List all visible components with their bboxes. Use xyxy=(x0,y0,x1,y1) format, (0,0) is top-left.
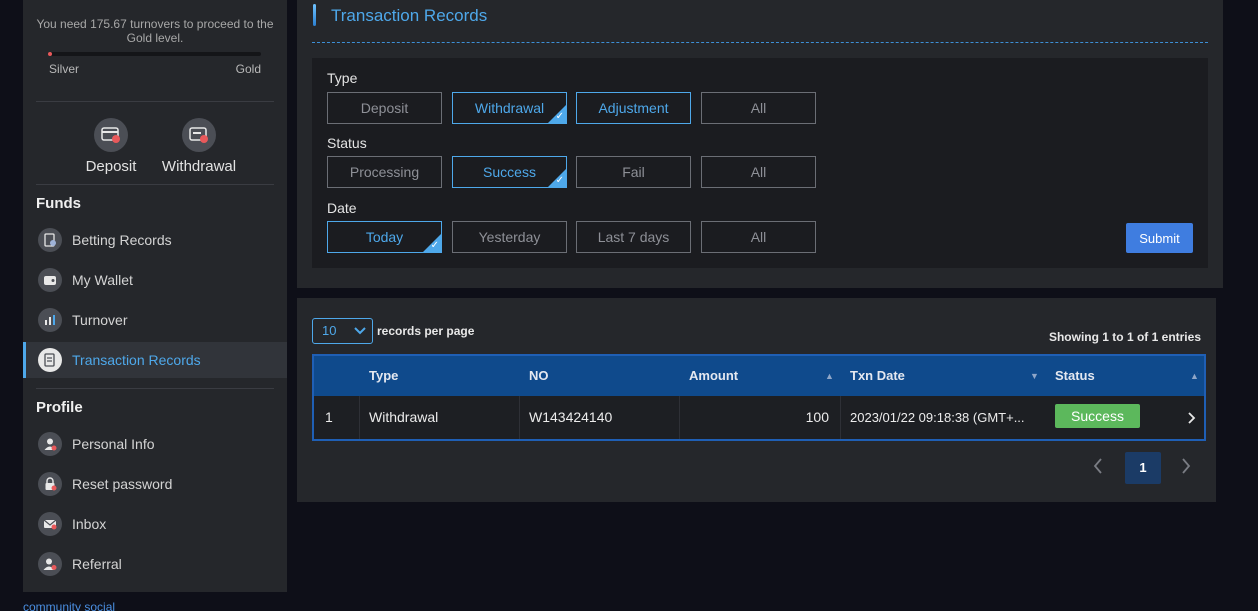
sidebar-item-label: Betting Records xyxy=(72,232,172,248)
turnover-icon xyxy=(38,308,62,332)
submit-button[interactable]: Submit xyxy=(1126,223,1193,253)
pager-prev-button[interactable] xyxy=(1093,458,1103,479)
vip-progress-message: You need 175.67 turnovers to proceed to … xyxy=(36,17,274,45)
page-title: Transaction Records xyxy=(331,6,488,25)
sidebar-item-my-wallet[interactable]: My Wallet xyxy=(23,262,287,298)
row-amount: 100 xyxy=(805,409,829,425)
community-social-link[interactable]: community social xyxy=(23,600,115,611)
vip-level-from: Silver xyxy=(49,62,80,76)
type-deposit-button[interactable]: Deposit xyxy=(327,92,442,124)
chevron-right-icon xyxy=(1181,458,1191,478)
sidebar-item-label: Referral xyxy=(72,556,122,572)
pager-page-button[interactable]: 1 xyxy=(1125,452,1161,484)
referral-icon xyxy=(38,552,62,576)
deposit-button[interactable]: Deposit xyxy=(61,118,161,175)
transaction-table: Type NO Amount ▲ Txn Date ▼ Status ▲ 1 W… xyxy=(312,354,1206,441)
sidebar-item-transaction-records[interactable]: Transaction Records xyxy=(23,342,287,378)
vip-progress-bar xyxy=(48,52,261,56)
sidebar-item-reset-password[interactable]: Reset password xyxy=(23,466,287,502)
date-yesterday-button[interactable]: Yesterday xyxy=(452,221,567,253)
withdrawal-icon xyxy=(182,118,216,152)
profile-section-title: Profile xyxy=(36,399,83,416)
cell-separator xyxy=(679,396,680,439)
pager-next-button[interactable] xyxy=(1181,458,1191,479)
per-page-label: records per page xyxy=(377,324,475,338)
table-row[interactable]: 1 Withdrawal W143424140 100 2023/01/22 0… xyxy=(314,396,1204,439)
row-type: Withdrawal xyxy=(369,409,439,425)
withdrawal-label: Withdrawal xyxy=(161,158,237,175)
sidebar-item-label: Personal Info xyxy=(72,436,155,452)
date-today-button[interactable]: Today ✓ xyxy=(327,221,442,253)
personal-info-icon xyxy=(38,432,62,456)
column-header-status[interactable]: Status ▲ xyxy=(1055,356,1200,396)
cell-separator xyxy=(519,396,520,439)
sidebar-item-referral[interactable]: Referral xyxy=(23,546,287,582)
funds-section-title: Funds xyxy=(36,195,81,212)
divider xyxy=(36,184,274,185)
per-page-select[interactable]: 10 xyxy=(312,318,373,344)
wallet-icon xyxy=(38,268,62,292)
status-badge: Success xyxy=(1055,404,1140,428)
sort-icon: ▼ xyxy=(1030,371,1039,381)
mail-icon xyxy=(38,512,62,536)
chevron-down-icon xyxy=(354,319,366,352)
type-label: Type xyxy=(327,70,358,86)
status-success-button[interactable]: Success ✓ xyxy=(452,156,567,188)
date-label: Date xyxy=(327,200,357,216)
column-header-no[interactable]: NO xyxy=(529,356,549,396)
sidebar-item-label: My Wallet xyxy=(72,272,133,288)
sidebar-item-personal-info[interactable]: Personal Info xyxy=(23,426,287,462)
divider xyxy=(36,101,274,102)
row-no: W143424140 xyxy=(529,409,613,425)
entries-info: Showing 1 to 1 of 1 entries xyxy=(1048,330,1201,344)
type-adjustment-button[interactable]: Adjustment xyxy=(576,92,691,124)
cell-separator xyxy=(359,396,360,439)
column-header-txn-date[interactable]: Txn Date ▼ xyxy=(850,356,1040,396)
sort-icon: ▲ xyxy=(825,371,834,381)
filter-box: Type Deposit Withdrawal ✓ Adjustment All … xyxy=(312,58,1208,268)
date-all-button[interactable]: All xyxy=(701,221,816,253)
sort-icon: ▲ xyxy=(1190,371,1199,381)
betting-records-icon xyxy=(38,228,62,252)
vip-level-to: Gold xyxy=(235,62,261,76)
check-icon: ✓ xyxy=(555,111,564,122)
dashed-divider xyxy=(312,42,1208,43)
transaction-records-icon xyxy=(38,348,62,372)
status-label: Status xyxy=(327,135,367,151)
sidebar-item-label: Transaction Records xyxy=(72,352,201,368)
status-fail-button[interactable]: Fail xyxy=(576,156,691,188)
sidebar-item-betting-records[interactable]: Betting Records xyxy=(23,222,287,258)
status-all-button[interactable]: All xyxy=(701,156,816,188)
column-header-amount[interactable]: Amount ▲ xyxy=(689,356,839,396)
cell-separator xyxy=(840,396,841,439)
sidebar-item-turnover[interactable]: Turnover xyxy=(23,302,287,338)
check-icon: ✓ xyxy=(555,175,564,186)
lock-icon xyxy=(38,472,62,496)
chevron-right-icon[interactable] xyxy=(1188,396,1196,439)
account-sidebar: You need 175.67 turnovers to proceed to … xyxy=(23,0,287,592)
divider xyxy=(36,388,274,389)
column-header-type[interactable]: Type xyxy=(369,356,398,396)
deposit-icon xyxy=(94,118,128,152)
check-icon: ✓ xyxy=(430,240,439,251)
sidebar-item-label: Turnover xyxy=(72,312,128,328)
row-index: 1 xyxy=(325,409,333,425)
transaction-table-panel: 10 records per page Showing 1 to 1 of 1 … xyxy=(297,298,1216,502)
type-all-button[interactable]: All xyxy=(701,92,816,124)
type-withdrawal-button[interactable]: Withdrawal ✓ xyxy=(452,92,567,124)
date-last-7-days-button[interactable]: Last 7 days xyxy=(576,221,691,253)
transaction-filter-panel: Transaction Records Type Deposit Withdra… xyxy=(297,0,1223,288)
table-header: Type NO Amount ▲ Txn Date ▼ Status ▲ xyxy=(314,356,1204,396)
sidebar-item-inbox[interactable]: Inbox xyxy=(23,506,287,542)
title-accent-bar xyxy=(313,4,316,26)
per-page-value: 10 xyxy=(322,323,337,338)
status-processing-button[interactable]: Processing xyxy=(327,156,442,188)
deposit-label: Deposit xyxy=(85,158,137,175)
withdrawal-button[interactable]: Withdrawal xyxy=(149,118,249,175)
chevron-left-icon xyxy=(1093,458,1103,478)
sidebar-item-label: Reset password xyxy=(72,476,173,492)
vip-progress-fill xyxy=(48,52,52,56)
row-txn-date: 2023/01/22 09:18:38 (GMT+... xyxy=(850,410,1025,425)
sidebar-item-label: Inbox xyxy=(72,516,107,532)
